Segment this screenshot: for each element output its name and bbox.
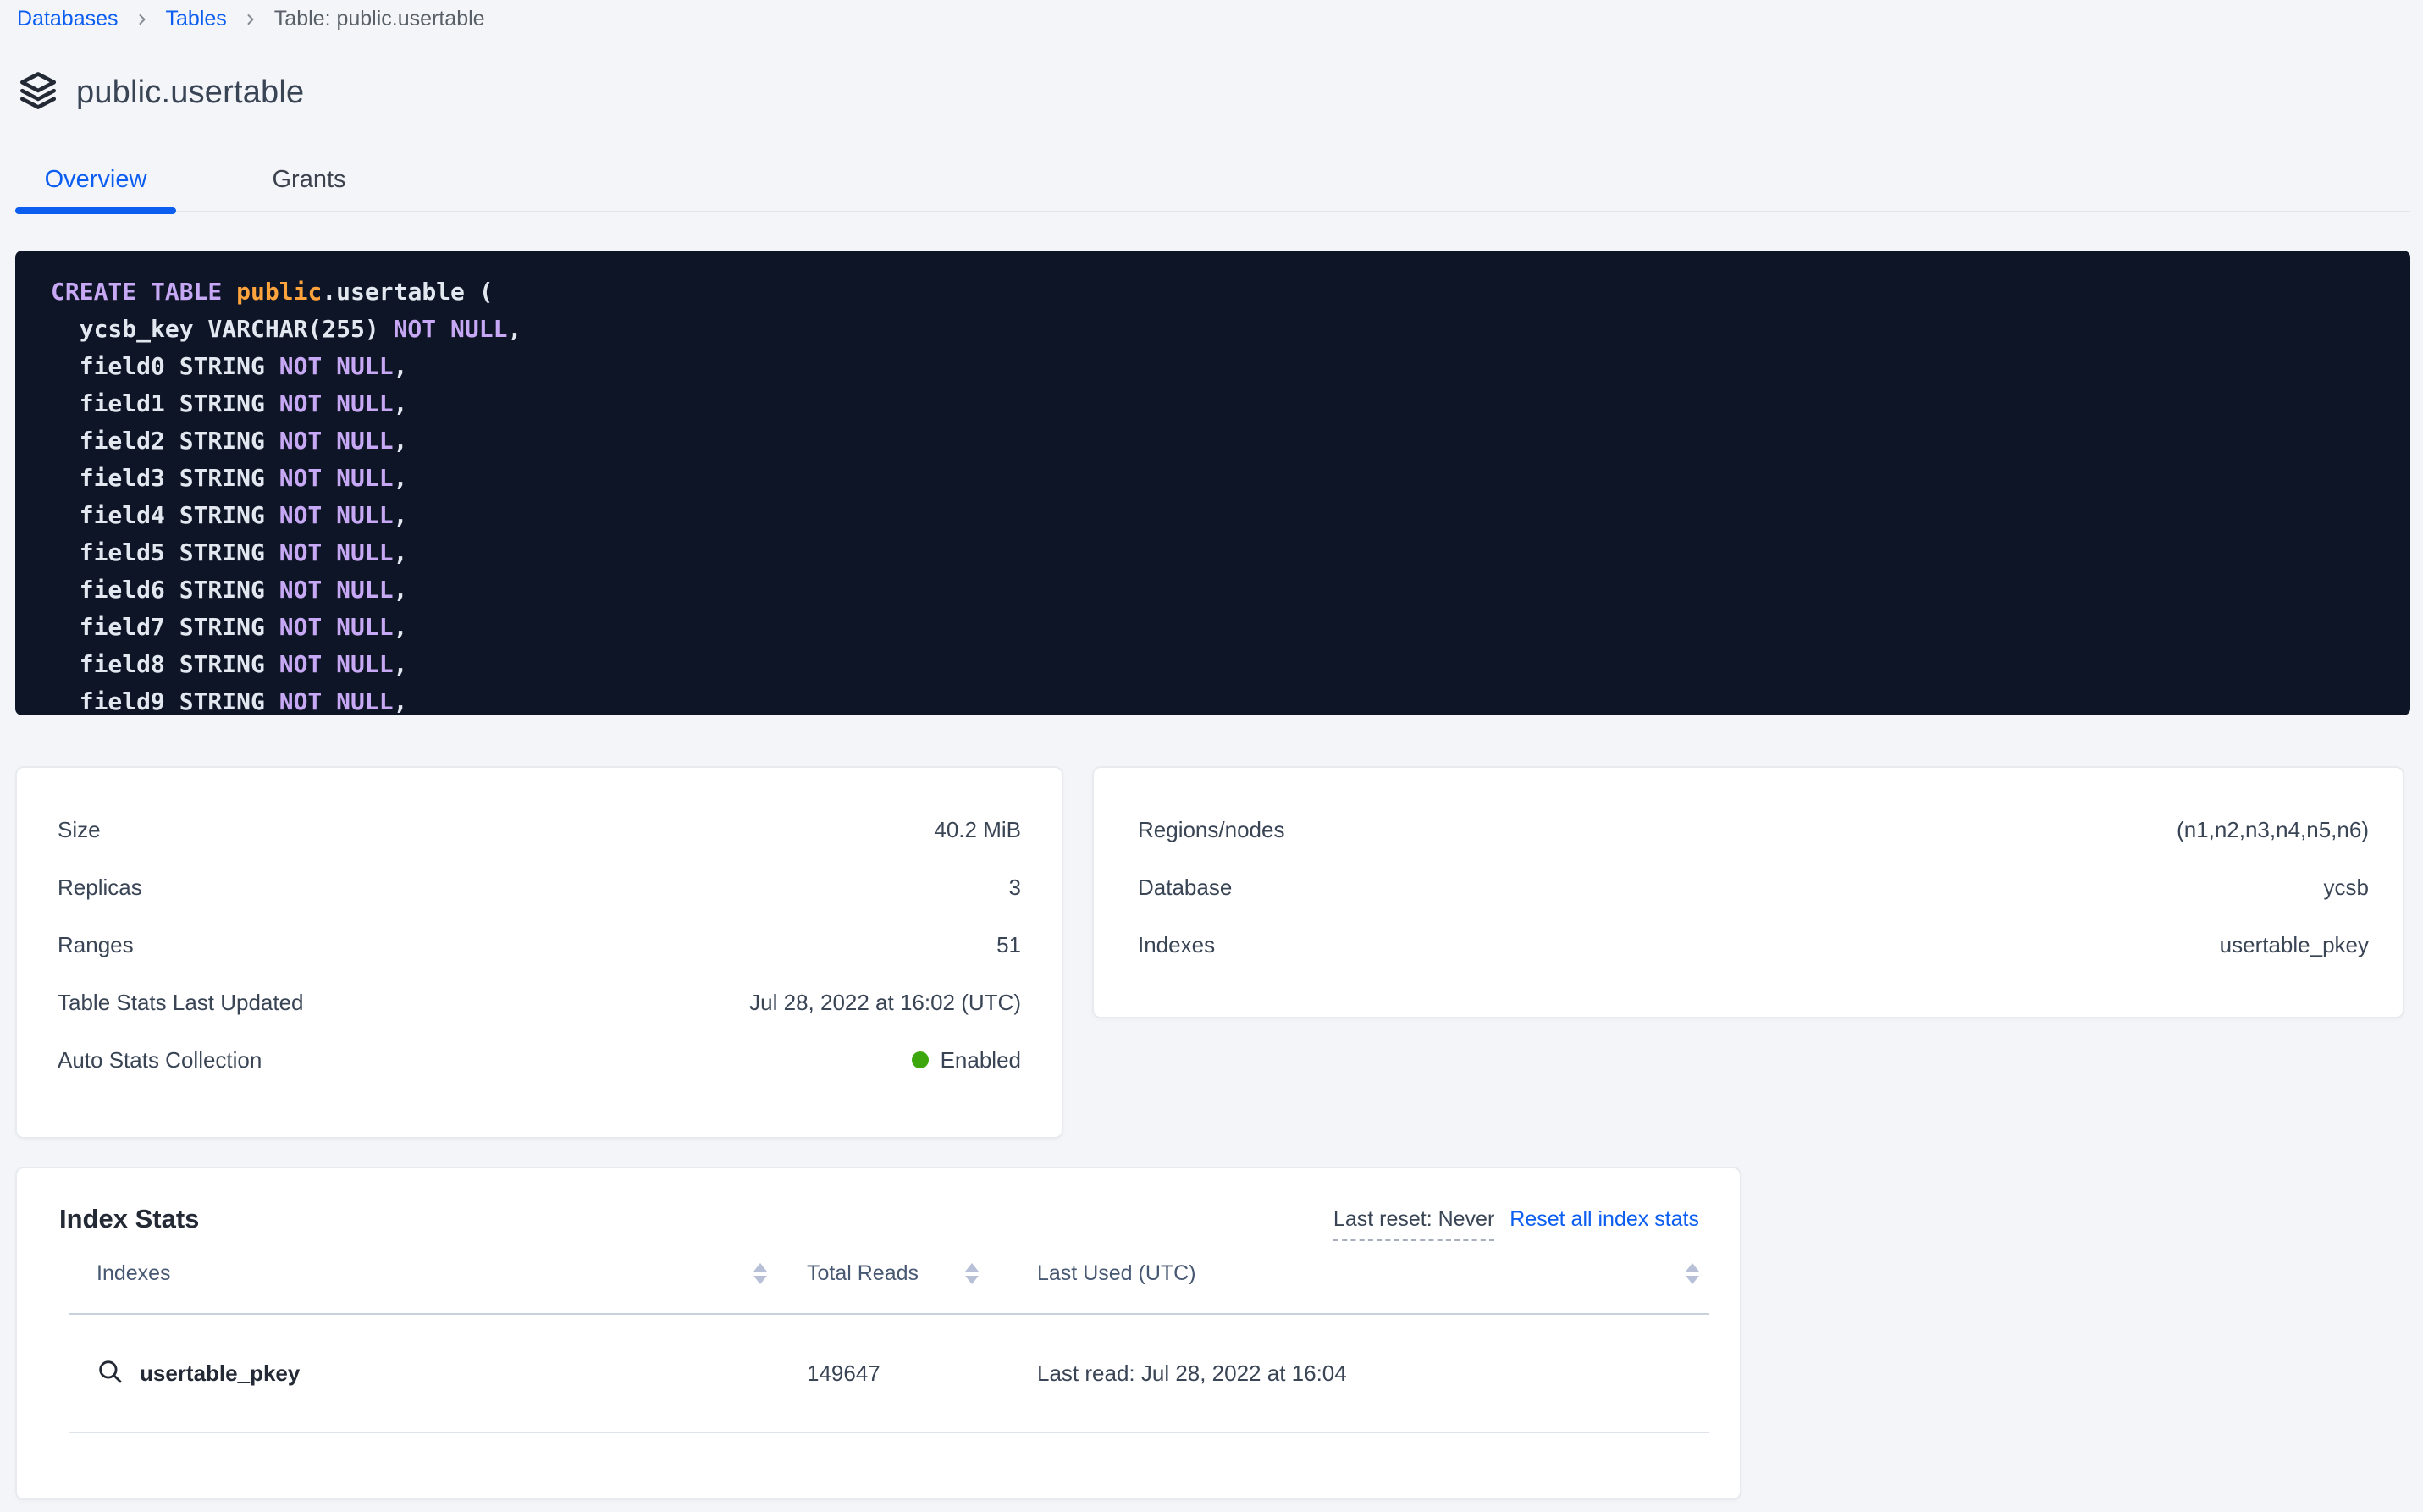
stat-label: Replicas	[58, 875, 142, 901]
column-header-last-used[interactable]: Last Used (UTC)	[989, 1234, 1709, 1313]
stat-value: ycsb	[2324, 875, 2369, 901]
tab-active-indicator	[15, 207, 176, 214]
stat-value: Enabled	[912, 1047, 1021, 1073]
stat-value: 51	[996, 932, 1021, 958]
stat-label: Ranges	[58, 932, 134, 958]
sort-arrows-icon[interactable]	[1686, 1263, 1699, 1284]
stat-row-auto-stats: Auto Stats Collection Enabled	[58, 1031, 1021, 1089]
stat-row-replicas: Replicas 3	[58, 858, 1021, 916]
tab-bar-rule	[15, 211, 2410, 212]
page-title-row: public.usertable	[17, 69, 304, 116]
reset-all-index-stats-link[interactable]: Reset all index stats	[1510, 1207, 1699, 1232]
stat-label: Table Stats Last Updated	[58, 990, 304, 1016]
stat-value: (n1,n2,n3,n4,n5,n6)	[2177, 817, 2369, 843]
stat-row-ranges: Ranges 51	[58, 916, 1021, 974]
table-details-card: Size 40.2 MiB Replicas 3 Ranges 51 Table…	[15, 766, 1063, 1139]
chevron-right-icon	[132, 9, 152, 30]
table-topology-card: Regions/nodes (n1,n2,n3,n4,n5,n6) Databa…	[1092, 766, 2404, 1018]
breadcrumb: Databases Tables Table: public.usertable	[17, 7, 485, 31]
breadcrumb-current: Table: public.usertable	[274, 7, 485, 31]
stat-value: 40.2 MiB	[934, 817, 1021, 843]
stat-label: Database	[1138, 875, 1232, 901]
layers-icon	[17, 69, 59, 116]
tab-overview[interactable]: Overview	[15, 161, 176, 214]
stat-label: Size	[58, 817, 101, 843]
status-dot-enabled	[912, 1051, 929, 1068]
stat-row-stats-updated: Table Stats Last Updated Jul 28, 2022 at…	[58, 974, 1021, 1031]
column-header-total-reads[interactable]: Total Reads	[777, 1234, 989, 1313]
column-header-indexes[interactable]: Indexes	[69, 1234, 777, 1313]
last-used-value: Last read: Jul 28, 2022 at 16:04	[989, 1360, 1709, 1387]
tab-grants[interactable]: Grants	[258, 161, 360, 214]
total-reads-value: 149647	[777, 1360, 989, 1387]
index-name-link[interactable]: usertable_pkey	[140, 1360, 300, 1387]
stat-label: Indexes	[1138, 932, 1215, 958]
index-stats-title: Index Stats	[59, 1204, 199, 1234]
breadcrumb-link-tables[interactable]: Tables	[166, 7, 227, 31]
tab-bar: Overview Grants	[15, 161, 2410, 214]
sort-arrows-icon[interactable]	[965, 1263, 979, 1284]
sort-arrows-icon[interactable]	[753, 1263, 767, 1284]
stat-label: Auto Stats Collection	[58, 1047, 262, 1073]
stat-row-database: Database ycsb	[1138, 858, 2369, 916]
index-stats-table: Indexes Total Reads Last Used (UTC)	[69, 1234, 1709, 1433]
stat-row-indexes: Indexes usertable_pkey	[1138, 916, 2369, 974]
table-header-row: Indexes Total Reads Last Used (UTC)	[69, 1234, 1709, 1315]
search-icon	[96, 1357, 124, 1390]
status-text: Enabled	[941, 1047, 1021, 1073]
page-title: public.usertable	[76, 74, 304, 111]
stat-value: usertable_pkey	[2220, 932, 2369, 958]
stat-row-size: Size 40.2 MiB	[58, 801, 1021, 858]
chevron-right-icon	[240, 9, 261, 30]
create-table-statement: CREATE TABLE public.usertable ( ycsb_key…	[15, 251, 2410, 715]
table-row: usertable_pkey 149647 Last read: Jul 28,…	[69, 1315, 1709, 1433]
index-stats-card: Index Stats Last reset: Never Reset all …	[15, 1167, 1741, 1500]
stat-label: Regions/nodes	[1138, 817, 1284, 843]
breadcrumb-link-databases[interactable]: Databases	[17, 7, 119, 31]
stat-row-regions: Regions/nodes (n1,n2,n3,n4,n5,n6)	[1138, 801, 2369, 858]
stat-value: Jul 28, 2022 at 16:02 (UTC)	[749, 990, 1021, 1016]
stat-value: 3	[1009, 875, 1021, 901]
